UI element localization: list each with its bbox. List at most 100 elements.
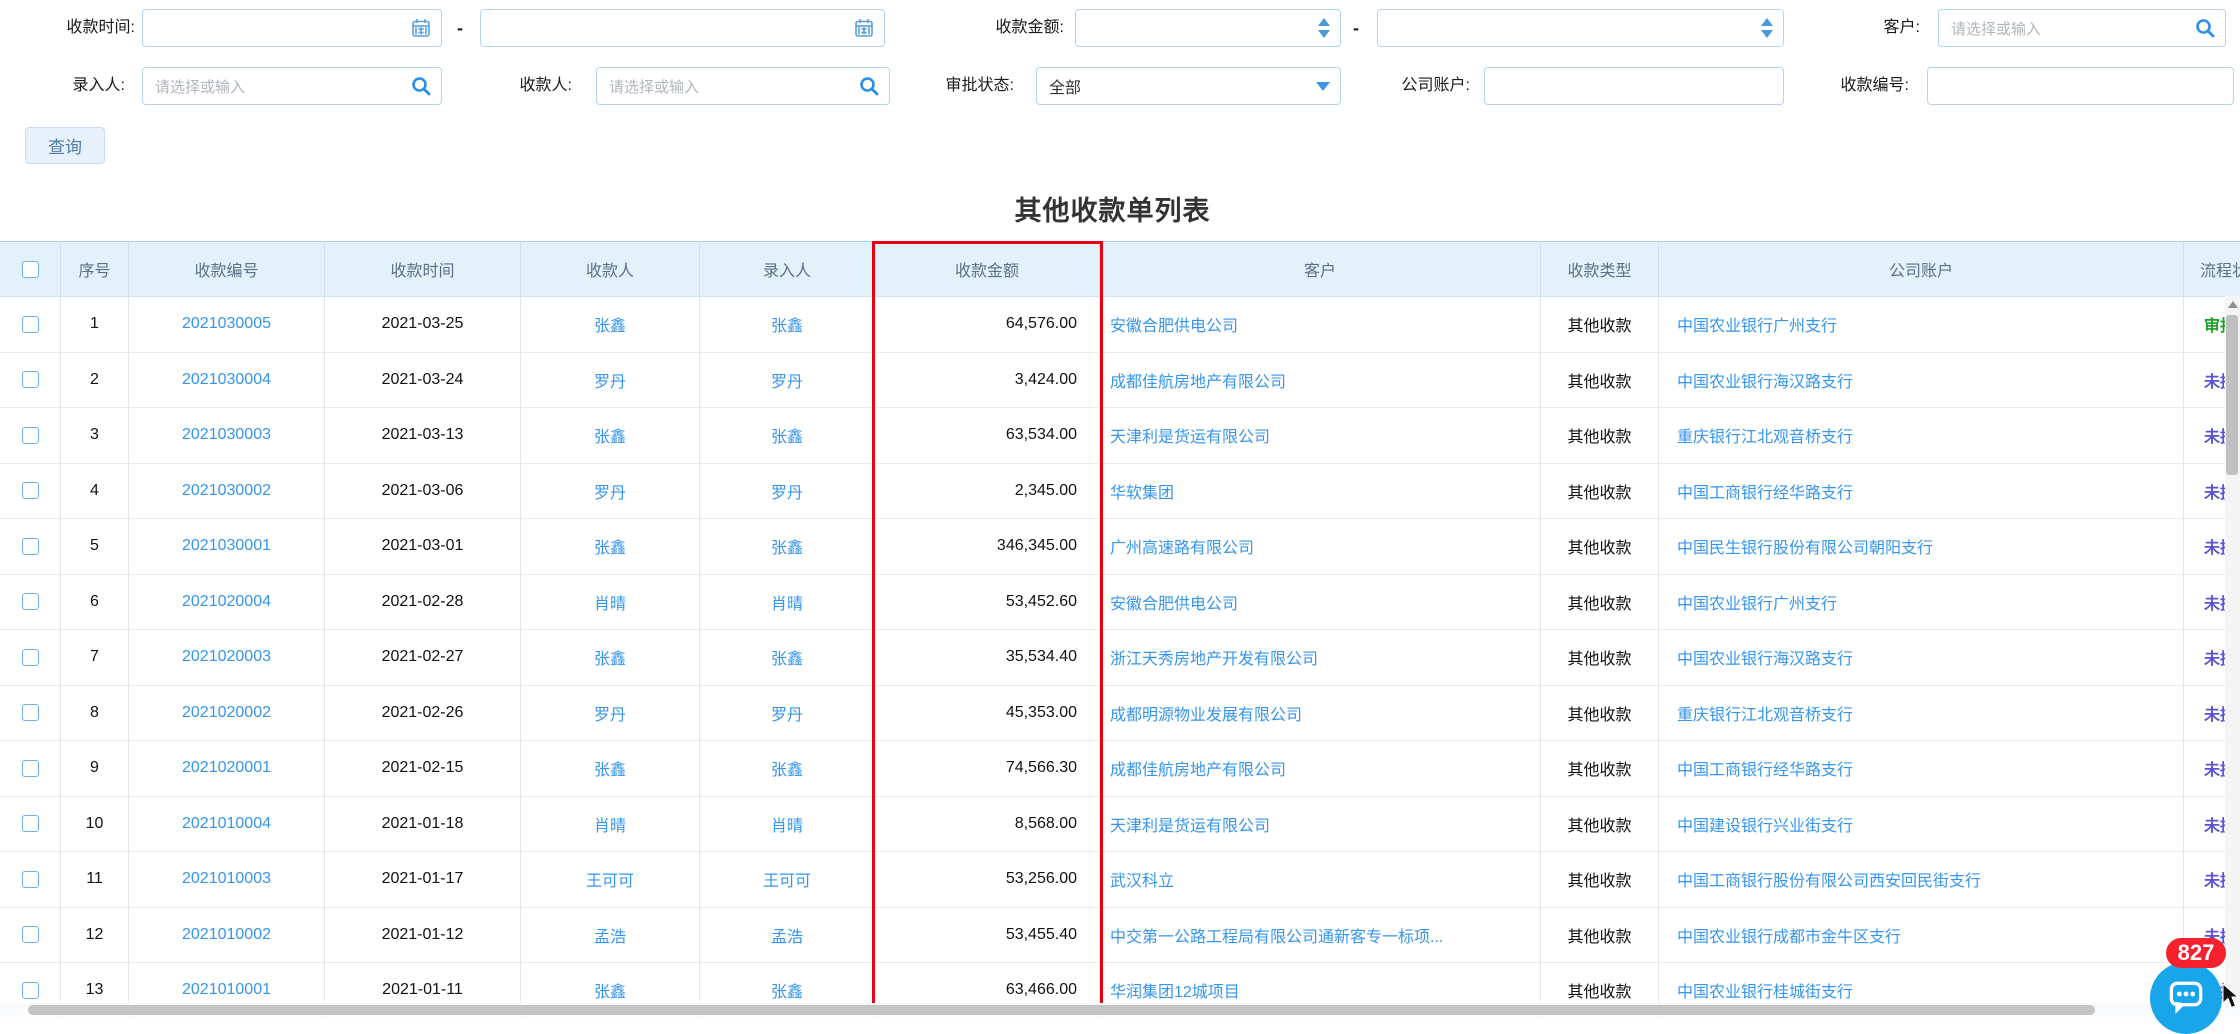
cell-company-account-link[interactable]: 中国工商银行经华路支行 — [1659, 464, 2184, 519]
row-checkbox[interactable] — [22, 760, 39, 777]
receipt-no-input[interactable] — [1927, 67, 2234, 105]
horizontal-scrollbar[interactable] — [0, 1003, 2240, 1017]
cell-company-account-link[interactable]: 中国工商银行股份有限公司西安回民街支行 — [1659, 852, 2184, 907]
cell-customer-link[interactable]: 天津利是货运有限公司 — [1100, 408, 1541, 463]
customer-input[interactable]: 请选择或输入 — [1938, 9, 2226, 47]
cell-company-account-link[interactable]: 重庆银行江北观音桥支行 — [1659, 408, 2184, 463]
cell-entry-person-link[interactable]: 张鑫 — [700, 519, 875, 574]
calendar-icon[interactable] — [411, 18, 431, 38]
cell-payee-link[interactable]: 张鑫 — [521, 297, 700, 352]
cell-receipt-number-link[interactable]: 2021030001 — [129, 519, 325, 574]
row-checkbox[interactable] — [22, 593, 39, 610]
receipt-amount-max-input[interactable] — [1377, 9, 1784, 47]
cell-company-account-link[interactable]: 中国农业银行广州支行 — [1659, 297, 2184, 352]
chat-button[interactable] — [2150, 962, 2222, 1034]
cell-entry-person-link[interactable]: 张鑫 — [700, 408, 875, 463]
cell-entry-person-link[interactable]: 张鑫 — [700, 741, 875, 796]
row-checkbox[interactable] — [22, 371, 39, 388]
cell-customer-link[interactable]: 成都佳航房地产有限公司 — [1100, 353, 1541, 408]
cell-payee-link[interactable]: 罗丹 — [521, 353, 700, 408]
row-checkbox[interactable] — [22, 482, 39, 499]
cell-receipt-number-link[interactable]: 2021020001 — [129, 741, 325, 796]
search-icon[interactable] — [411, 76, 431, 96]
scroll-up-icon[interactable] — [2228, 301, 2238, 308]
row-checkbox[interactable] — [22, 538, 39, 555]
search-icon[interactable] — [859, 76, 879, 96]
chevron-down-icon[interactable] — [1316, 82, 1330, 91]
cell-payee-link[interactable]: 张鑫 — [521, 741, 700, 796]
cell-entry-person-link[interactable]: 罗丹 — [700, 464, 875, 519]
cell-receipt-number-link[interactable]: 2021010002 — [129, 908, 325, 963]
select-all-checkbox[interactable] — [22, 261, 39, 278]
cell-company-account-link[interactable]: 中国农业银行海汉路支行 — [1659, 630, 2184, 685]
cell-payee-link[interactable]: 罗丹 — [521, 464, 700, 519]
cell-receipt-number-link[interactable]: 2021030003 — [129, 408, 325, 463]
number-stepper[interactable] — [1318, 18, 1330, 38]
cell-customer-link[interactable]: 中交第一公路工程局有限公司通新客专一标项... — [1100, 908, 1541, 963]
vertical-scrollbar[interactable] — [2225, 296, 2240, 1003]
row-checkbox[interactable] — [22, 982, 39, 999]
cell-receipt-number-link[interactable]: 2021010003 — [129, 852, 325, 907]
cell-entry-person-link[interactable]: 罗丹 — [700, 353, 875, 408]
cell-entry-person-link[interactable]: 肖晴 — [700, 575, 875, 630]
cell-entry-person-link[interactable]: 张鑫 — [700, 630, 875, 685]
cell-company-account-link[interactable]: 中国民生银行股份有限公司朝阳支行 — [1659, 519, 2184, 574]
cell-receipt-number-link[interactable]: 2021030005 — [129, 297, 325, 352]
row-checkbox[interactable] — [22, 704, 39, 721]
receipt-amount-min-input[interactable] — [1075, 9, 1341, 47]
row-checkbox[interactable] — [22, 649, 39, 666]
cell-entry-person-link[interactable]: 罗丹 — [700, 686, 875, 741]
payee-input[interactable]: 请选择或输入 — [596, 67, 890, 105]
cell-payee-link[interactable]: 张鑫 — [521, 519, 700, 574]
cell-receipt-number-link[interactable]: 2021010004 — [129, 797, 325, 852]
entry-person-input[interactable]: 请选择或输入 — [142, 67, 442, 105]
step-up-icon[interactable] — [1761, 18, 1773, 26]
cell-payee-link[interactable]: 张鑫 — [521, 630, 700, 685]
cell-customer-link[interactable]: 安徽合肥供电公司 — [1100, 297, 1541, 352]
row-checkbox[interactable] — [22, 871, 39, 888]
cell-company-account-link[interactable]: 中国农业银行广州支行 — [1659, 575, 2184, 630]
cell-company-account-link[interactable]: 中国工商银行经华路支行 — [1659, 741, 2184, 796]
cell-payee-link[interactable]: 肖晴 — [521, 797, 700, 852]
cell-receipt-number-link[interactable]: 2021020004 — [129, 575, 325, 630]
query-button[interactable]: 查询 — [25, 127, 105, 164]
cell-company-account-link[interactable]: 中国建设银行兴业街支行 — [1659, 797, 2184, 852]
cell-company-account-link[interactable]: 重庆银行江北观音桥支行 — [1659, 686, 2184, 741]
row-checkbox[interactable] — [22, 316, 39, 333]
cell-payee-link[interactable]: 张鑫 — [521, 408, 700, 463]
receipt-time-start-input[interactable] — [142, 9, 442, 47]
cell-receipt-number-link[interactable]: 2021020002 — [129, 686, 325, 741]
row-checkbox[interactable] — [22, 815, 39, 832]
receipt-time-end-input[interactable] — [480, 9, 885, 47]
cell-payee-link[interactable]: 王可可 — [521, 852, 700, 907]
cell-entry-person-link[interactable]: 肖晴 — [700, 797, 875, 852]
cell-customer-link[interactable]: 成都佳航房地产有限公司 — [1100, 741, 1541, 796]
cell-entry-person-link[interactable]: 张鑫 — [700, 297, 875, 352]
cell-receipt-number-link[interactable]: 2021030002 — [129, 464, 325, 519]
step-down-icon[interactable] — [1761, 30, 1773, 38]
cell-entry-person-link[interactable]: 王可可 — [700, 852, 875, 907]
cell-customer-link[interactable]: 广州高速路有限公司 — [1100, 519, 1541, 574]
cell-customer-link[interactable]: 浙江天秀房地产开发有限公司 — [1100, 630, 1541, 685]
cell-payee-link[interactable]: 孟浩 — [521, 908, 700, 963]
cell-customer-link[interactable]: 安徽合肥供电公司 — [1100, 575, 1541, 630]
number-stepper[interactable] — [1761, 18, 1773, 38]
horizontal-scrollbar-thumb[interactable] — [28, 1005, 2095, 1015]
row-checkbox[interactable] — [22, 427, 39, 444]
cell-payee-link[interactable]: 罗丹 — [521, 686, 700, 741]
cell-company-account-link[interactable]: 中国农业银行成都市金牛区支行 — [1659, 908, 2184, 963]
cell-receipt-number-link[interactable]: 2021030004 — [129, 353, 325, 408]
vertical-scrollbar-thumb[interactable] — [2226, 315, 2238, 475]
cell-receipt-number-link[interactable]: 2021020003 — [129, 630, 325, 685]
cell-customer-link[interactable]: 武汉科立 — [1100, 852, 1541, 907]
cell-entry-person-link[interactable]: 孟浩 — [700, 908, 875, 963]
cell-customer-link[interactable]: 成都明源物业发展有限公司 — [1100, 686, 1541, 741]
step-up-icon[interactable] — [1318, 18, 1330, 26]
company-account-input[interactable] — [1484, 67, 1784, 105]
step-down-icon[interactable] — [1318, 30, 1330, 38]
search-icon[interactable] — [2195, 18, 2215, 38]
cell-customer-link[interactable]: 天津利是货运有限公司 — [1100, 797, 1541, 852]
cell-company-account-link[interactable]: 中国农业银行海汉路支行 — [1659, 353, 2184, 408]
approval-status-select[interactable]: 全部 — [1036, 67, 1341, 105]
cell-payee-link[interactable]: 肖晴 — [521, 575, 700, 630]
